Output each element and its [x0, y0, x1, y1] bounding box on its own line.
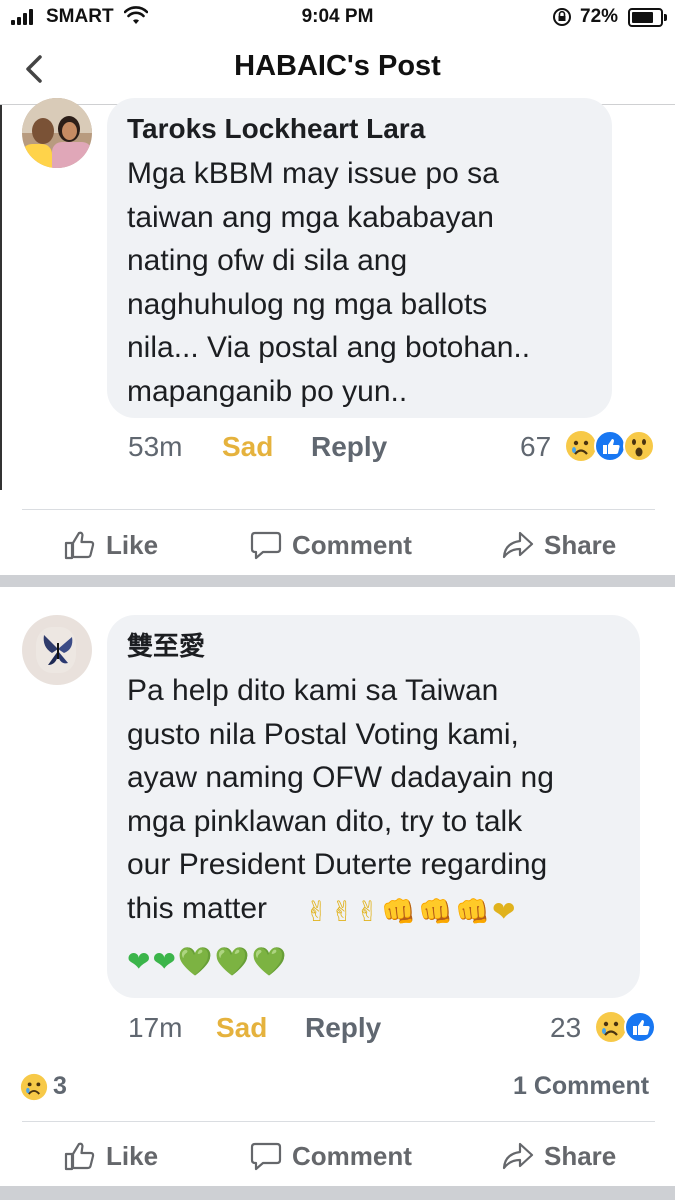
wow-icon: [623, 430, 655, 462]
like-label: Like: [106, 529, 159, 560]
post-separator: [0, 1186, 675, 1200]
post-action-bar: Like Comment Share: [0, 510, 675, 580]
share-icon: [502, 1142, 534, 1170]
reply-button[interactable]: Reply: [311, 431, 387, 463]
share-icon: [502, 531, 534, 559]
comment-icon: [250, 1142, 282, 1171]
comment-count-link[interactable]: 1 Comment: [513, 1072, 649, 1101]
post-separator: [0, 575, 675, 587]
like-button[interactable]: Like: [64, 1121, 158, 1191]
sad-icon: [596, 1012, 626, 1042]
comment-button[interactable]: Comment: [250, 510, 412, 580]
rotation-lock-icon: [553, 8, 571, 26]
reaction-count[interactable]: 23: [550, 1012, 581, 1044]
comment-icon: [250, 531, 282, 560]
like-button[interactable]: Like: [64, 510, 158, 580]
like-icon: [624, 1011, 656, 1043]
clock: 9:04 PM: [301, 6, 374, 27]
comment-text: Mga kBBM may issue po sa taiwan ang mga …: [127, 157, 531, 408]
comment-author[interactable]: 雙至愛: [127, 626, 205, 663]
comment-button[interactable]: Comment: [250, 1121, 412, 1191]
share-label: Share: [544, 1140, 617, 1171]
thumbs-up-icon: [64, 1142, 95, 1171]
left-border: [0, 105, 2, 490]
comment-label: Comment: [292, 529, 412, 560]
share-label: Share: [544, 529, 617, 560]
comment-time: 53m: [128, 431, 183, 462]
comment-reaction-sad[interactable]: Sad: [222, 431, 273, 463]
post-action-bar: Like Comment Share: [0, 1121, 675, 1191]
comment-emojis-line2: ❤❤💚💚💚: [127, 945, 289, 978]
sad-icon: [566, 431, 596, 461]
comment-time: 17m: [128, 1012, 183, 1043]
avatar[interactable]: [22, 98, 92, 168]
reaction-count[interactable]: 67: [520, 431, 551, 463]
share-button[interactable]: Share: [502, 510, 616, 580]
thumbs-up-icon: [64, 531, 95, 560]
like-icon: [594, 430, 626, 462]
sad-icon: [20, 1073, 48, 1101]
reply-button[interactable]: Reply: [305, 1012, 381, 1044]
like-label: Like: [106, 1140, 159, 1171]
battery-icon: [628, 8, 667, 27]
page-title: HABAIC's Post: [234, 50, 441, 82]
post-reaction-count[interactable]: 3: [53, 1072, 67, 1101]
comment-author[interactable]: Taroks Lockheart Lara: [127, 113, 425, 145]
avatar[interactable]: [22, 615, 92, 685]
status-bar: SMART 9:04 PM 72%: [0, 0, 675, 36]
battery-percent: 72%: [580, 6, 619, 27]
comment-emojis-line1: ✌✌✌👊👊👊❤: [305, 895, 518, 928]
comment-label: Comment: [292, 1140, 412, 1171]
comment-reaction-sad[interactable]: Sad: [216, 1012, 267, 1044]
share-button[interactable]: Share: [502, 1121, 616, 1191]
nav-bar: HABAIC's Post: [0, 36, 675, 105]
